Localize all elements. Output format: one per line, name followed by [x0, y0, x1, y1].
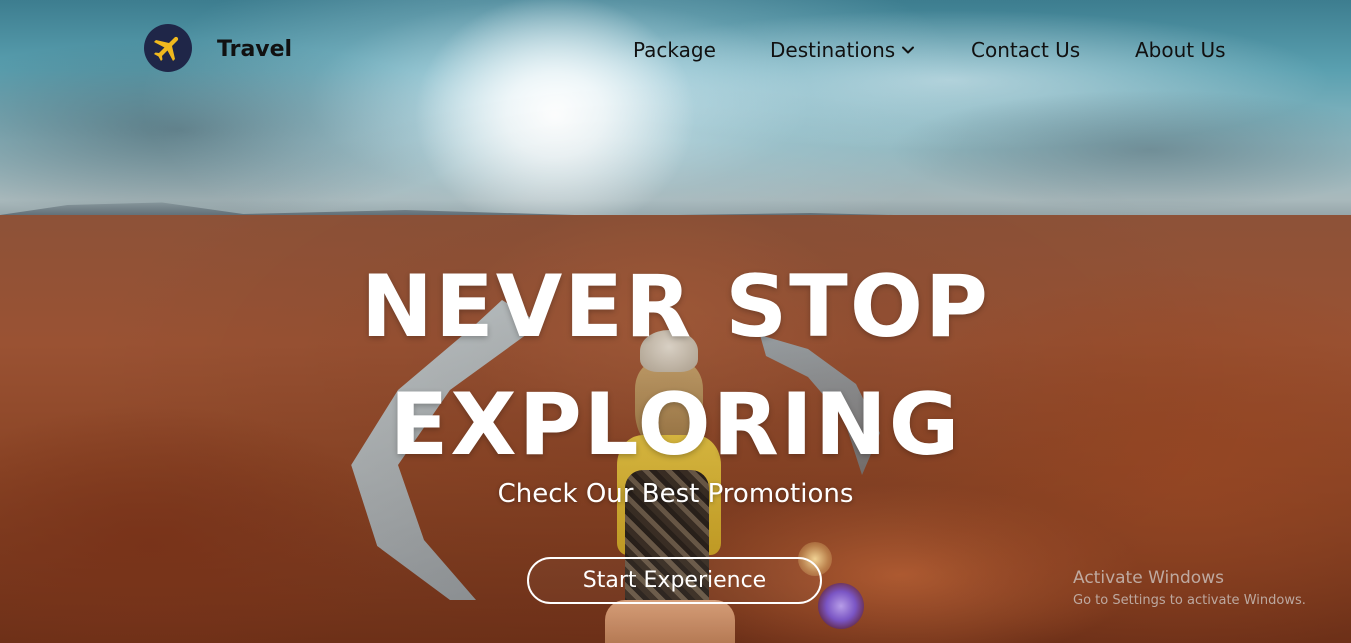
activate-windows-title: Activate Windows	[1073, 568, 1224, 588]
hero-headline: NEVER STOP EXPLORING	[0, 248, 1351, 484]
hero-headline-line2: EXPLORING	[389, 375, 962, 475]
start-experience-button[interactable]: Start Experience	[527, 557, 822, 604]
nav-link-about-us[interactable]: About Us	[1135, 38, 1226, 62]
nav-link-package[interactable]: Package	[633, 38, 716, 62]
cursor-highlight	[818, 583, 864, 629]
nav-link-contact-us[interactable]: Contact Us	[971, 38, 1080, 62]
chevron-down-icon	[902, 46, 915, 54]
brand-name[interactable]: Travel	[217, 37, 292, 62]
nav-link-destinations[interactable]: Destinations	[770, 38, 915, 62]
airplane-icon	[153, 36, 179, 62]
activate-windows-subtitle: Go to Settings to activate Windows.	[1073, 593, 1306, 608]
brand-logo[interactable]	[144, 24, 192, 72]
navbar: Travel Package Destinations Contact Us A…	[0, 0, 1351, 100]
nav-link-destinations-label: Destinations	[770, 38, 896, 62]
hero-headline-line1: NEVER STOP	[361, 257, 990, 357]
hero-subtitle: Check Our Best Promotions	[497, 479, 854, 509]
